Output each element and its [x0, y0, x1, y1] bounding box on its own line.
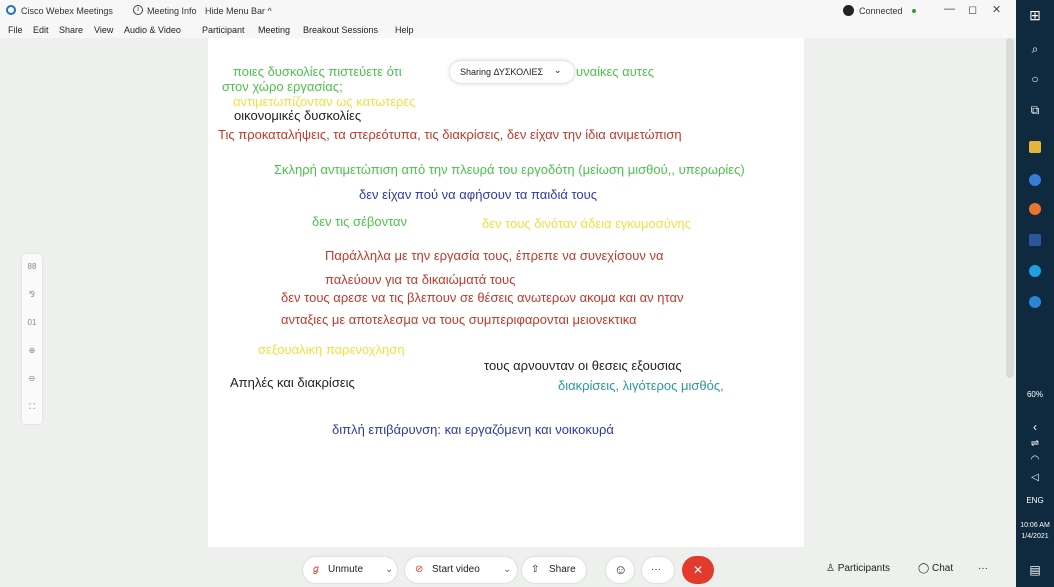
share-button[interactable]: ⇧ Share [522, 557, 586, 583]
menu-file[interactable]: File [8, 25, 23, 35]
menu-edit[interactable]: Edit [33, 25, 49, 35]
menu-help[interactable]: Help [395, 25, 414, 35]
file-explorer-icon[interactable] [1029, 141, 1041, 153]
slide-line: διακρίσεις, λιγότερος μισθός, [558, 378, 724, 393]
volume-icon[interactable]: ◁ [1016, 472, 1054, 483]
slide-line: παλεύουν για τα δικαιώματά τους [325, 272, 516, 287]
shared-content: ποιες δυσκολίες πιστεύετε ότι υναίκες αυ… [208, 38, 804, 547]
share-label: Share [549, 564, 576, 575]
unmute-label: Unmute [328, 564, 364, 575]
menu-breakout-sessions[interactable]: Breakout Sessions [303, 25, 378, 35]
info-icon[interactable]: i [133, 5, 143, 15]
slide-line: δεν τους δινόταν άδεια εγκυμοσύνης [482, 216, 691, 231]
firefox-icon[interactable] [1029, 203, 1041, 215]
menu-view[interactable]: View [94, 25, 113, 35]
chat-label: Chat [931, 563, 954, 574]
app-title: Cisco Webex Meetings [21, 6, 113, 16]
more-panels-button[interactable]: ··· [978, 563, 988, 574]
connection-status[interactable]: Connected [859, 6, 903, 16]
chevron-down-icon: ⌄ [385, 564, 394, 575]
minimize-button[interactable]: — [944, 3, 955, 15]
slide-line: Απηλές και διακρίσεις [230, 375, 355, 390]
clock-date[interactable]: 1/4/2021 [1016, 533, 1054, 540]
slide-line: δεν τις σέβονταν [312, 214, 408, 229]
chevron-up-icon[interactable]: ‹ [1016, 420, 1054, 434]
zoom-out-icon[interactable]: ⊖ [22, 374, 42, 383]
chat-icon: ◯ [918, 563, 930, 574]
start-video-button[interactable]: ⊘ Start video ⌄ [405, 557, 517, 583]
network-icon[interactable]: ⇌ [1016, 438, 1054, 449]
pointer-icon[interactable]: ⅋ [22, 290, 42, 299]
scrollbar[interactable] [1006, 38, 1014, 378]
slide-line: Σκληρή αντιμετώπιση από την πλευρά του ε… [274, 162, 745, 177]
leave-meeting-button[interactable]: ✕ [682, 556, 714, 584]
chat-button[interactable]: ◯ Chat [918, 563, 953, 574]
chevron-down-icon: ⌄ [503, 564, 512, 575]
battery-indicator[interactable]: 60% [1016, 390, 1054, 399]
task-view-icon[interactable]: ⧉ [1016, 103, 1054, 118]
participants-button[interactable]: ♙ Participants [826, 563, 890, 574]
zoom-in-icon[interactable]: ⊕ [22, 346, 42, 355]
menu-audio-video[interactable]: Audio & Video [124, 25, 181, 35]
page-icon[interactable]: 01 [22, 318, 42, 327]
chevron-down-icon: ⌄ [554, 65, 562, 75]
meeting-controls: 𝑔 Unmute ⌄ ⊘ Start video ⌄ ⇧ Share ☺ ···… [0, 547, 1016, 587]
webex-taskbar-icon[interactable] [1029, 296, 1041, 308]
reactions-icon: ☺ [614, 562, 628, 577]
clock-time[interactable]: 10:06 AM [1016, 522, 1054, 529]
slide-line: Τις προκαταλήψεις, τα στερεότυπα, τις δι… [218, 127, 682, 142]
reactions-button[interactable]: ☺ [606, 557, 634, 583]
slide-line: σεξουαλικη παρενοχληση [258, 342, 405, 357]
slide-line: αντιμετωπίζονταν ως κατωτερες [233, 94, 416, 109]
language-indicator[interactable]: ENG [1016, 496, 1054, 505]
start-icon[interactable]: ⊞ [1016, 7, 1054, 24]
slide-line: στον χώρο εργασίας; [222, 79, 343, 94]
hide-menu-bar-button[interactable]: Hide Menu Bar ^ [205, 6, 272, 16]
sharing-indicator[interactable]: Sharing ΔΥΣΚΟΛΙΕΣ ⌄ [450, 61, 574, 83]
mic-muted-icon: 𝑔 [313, 564, 319, 575]
meeting-stage: ποιες δυσκολίες πιστεύετε ότι υναίκες αυ… [0, 38, 1016, 547]
menu-share[interactable]: Share [59, 25, 83, 35]
slide-line: δεν είχαν πού να αφήσουν τα παιδιά τους [359, 187, 598, 202]
sharing-label: Sharing ΔΥΣΚΟΛΙΕΣ [460, 67, 544, 77]
unmute-button[interactable]: 𝑔 Unmute ⌄ [303, 557, 397, 583]
participants-label: Participants [837, 563, 890, 574]
cortana-icon[interactable]: ○ [1016, 72, 1054, 86]
share-icon: ⇧ [531, 564, 540, 575]
more-icon: ··· [651, 564, 661, 575]
participants-icon: ♙ [826, 563, 835, 574]
slide-line: ποιες δυσκολίες πιστεύετε ότι [233, 64, 402, 79]
meeting-info-button[interactable]: Meeting Info [147, 6, 197, 16]
slide-line: υναίκες αυτες [576, 64, 655, 79]
maximize-button[interactable]: ◻ [968, 3, 977, 16]
grid-icon[interactable]: 88 [22, 262, 42, 271]
close-button[interactable]: ✕ [992, 3, 1001, 16]
menu-bar: File Edit Share View Audio & Video Parti… [0, 22, 1016, 38]
slide-line: διπλή επιβάρυνση: και εργαζόμενη και νοι… [332, 422, 614, 437]
slide-line: δεν τους αρεσε να τις βλεπουν σε θέσεις … [281, 290, 684, 305]
webex-logo-icon [6, 5, 16, 15]
annotation-toolbar: 88 ⅋ 01 ⊕ ⊖ ⛶ [22, 254, 42, 424]
wifi-icon[interactable]: ◠ [1016, 454, 1054, 465]
start-video-label: Start video [432, 564, 480, 575]
edge-chromium-icon[interactable] [1029, 265, 1041, 277]
menu-meeting[interactable]: Meeting [258, 25, 290, 35]
word-icon[interactable] [1029, 234, 1041, 246]
menu-participant[interactable]: Participant [202, 25, 245, 35]
slide-line: οικονομικές δυσκολίες [234, 108, 362, 123]
search-icon[interactable]: ⌕ [1016, 42, 1054, 57]
title-bar: Cisco Webex Meetings i Meeting Info Hide… [0, 0, 1016, 22]
fullscreen-icon[interactable]: ⛶ [22, 402, 42, 412]
windows-taskbar: ⊞ ⌕ ○ ⧉ 60% ‹ ⇌ ◠ ◁ ENG 10:06 AM 1/4/202… [1016, 0, 1054, 587]
connection-icon [843, 5, 854, 16]
slide-line: τους αρνουνταν οι θεσεις εξουσιας [484, 358, 682, 373]
video-off-icon: ⊘ [415, 564, 424, 575]
notifications-icon[interactable]: ▤ [1016, 563, 1054, 577]
more-options-button[interactable]: ··· [642, 557, 674, 583]
connection-status-dot [912, 9, 916, 13]
edge-icon[interactable] [1029, 174, 1041, 186]
slide-line: ανταξιες με αποτελεσμα να τους συμπεριφα… [281, 312, 637, 327]
slide-line: Παράλληλα με την εργασία τους, έπρεπε να… [325, 248, 664, 263]
